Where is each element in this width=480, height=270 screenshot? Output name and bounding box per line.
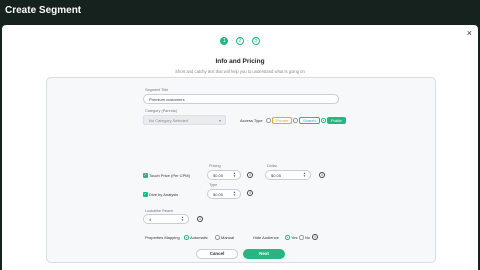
lookalike-input[interactable]: 4 ▲ ▼: [143, 214, 189, 224]
info-icon[interactable]: i: [312, 234, 318, 240]
hide-yes-radio[interactable]: [285, 235, 290, 240]
hide-no-label: No: [305, 235, 311, 240]
chevron-down-icon: ▾: [218, 118, 221, 123]
type-input[interactable]: $0.05 ▲ ▼: [207, 189, 241, 199]
mapping-automatic-radio[interactable]: [184, 235, 189, 240]
stepper: 1 - 2 - 3: [2, 37, 478, 45]
spinner-arrows-icon[interactable]: ▲ ▼: [181, 216, 184, 222]
dollar-value: $0.05: [271, 173, 282, 178]
access-private-chip[interactable]: Private: [272, 116, 293, 124]
segment-title-value: Premium customers: [149, 97, 185, 102]
spinner-arrows-icon[interactable]: ▲ ▼: [303, 172, 306, 178]
pricing-value: $0.05: [213, 173, 224, 178]
access-public-radio[interactable]: [321, 118, 326, 123]
mapping-manual-label: Manual: [221, 235, 235, 240]
touch-price-checkbox[interactable]: ✓: [143, 173, 148, 178]
mapping-manual-radio[interactable]: [215, 235, 220, 240]
type-value: $0.05: [213, 192, 224, 197]
next-button[interactable]: Next: [243, 249, 285, 259]
dollar-input[interactable]: $0.05 ▲ ▼: [265, 170, 311, 180]
mapping-automatic-label: Automatic: [190, 235, 208, 240]
create-segment-modal: × 1 - 2 - 3 Info and Pricing Short and c…: [2, 25, 478, 270]
access-shared-radio[interactable]: [293, 118, 298, 123]
info-icon[interactable]: i: [247, 172, 253, 178]
step-separator: -: [231, 38, 233, 44]
dollar-label: Dollar: [267, 164, 277, 168]
step-1[interactable]: 1: [220, 37, 229, 45]
pricing-label: Pricing: [209, 164, 221, 168]
app-header: Create Segment: [0, 0, 480, 24]
section-subtitle: Short and catchy text that will help you…: [175, 69, 305, 74]
access-private-radio[interactable]: [266, 118, 271, 123]
info-icon[interactable]: i: [247, 190, 253, 196]
hide-audience-label: Hide Audience: [253, 235, 279, 240]
pricing-input[interactable]: $0.05 ▲ ▼: [207, 170, 241, 180]
step-3[interactable]: 3: [251, 37, 260, 45]
category-value: No Category Selected: [149, 118, 189, 123]
lookalike-value: 4: [149, 217, 152, 222]
hide-no-radio[interactable]: [299, 235, 304, 240]
cancel-button[interactable]: Cancel: [196, 249, 238, 259]
type-label: Type: [209, 183, 218, 187]
window-title: Create Segment: [5, 5, 82, 16]
spinner-arrows-icon[interactable]: ▲ ▼: [233, 191, 236, 197]
spinner-arrows-icon[interactable]: ▲ ▼: [233, 172, 236, 178]
form-panel: Segment Title Premium customers Category…: [46, 77, 436, 263]
access-public-chip[interactable]: Public: [327, 116, 346, 124]
access-type-label: Access Type: [240, 118, 263, 123]
step-separator: -: [247, 38, 249, 44]
category-label: Category (Parents): [145, 109, 178, 113]
category-select[interactable]: No Category Selected ▾: [143, 115, 226, 125]
hide-yes-label: Yes: [291, 235, 298, 240]
step-2[interactable]: 2: [236, 37, 244, 45]
info-icon[interactable]: i: [197, 216, 203, 222]
info-icon[interactable]: i: [319, 172, 325, 178]
dive-analysis-label: Dive by Analysis: [149, 192, 179, 197]
lookalike-label: Lookalike Reach: [145, 209, 174, 213]
property-mapping-label: Properties Mapping: [145, 235, 180, 240]
segment-title-label: Segment Title: [145, 88, 169, 92]
segment-title-input[interactable]: Premium customers: [143, 94, 339, 104]
dive-analysis-checkbox[interactable]: ✓: [143, 192, 148, 197]
section-title: Info and Pricing: [215, 58, 265, 65]
touch-price-label: Touch Price (Per CPM): [149, 173, 190, 178]
access-shared-chip[interactable]: Shared: [299, 116, 320, 124]
